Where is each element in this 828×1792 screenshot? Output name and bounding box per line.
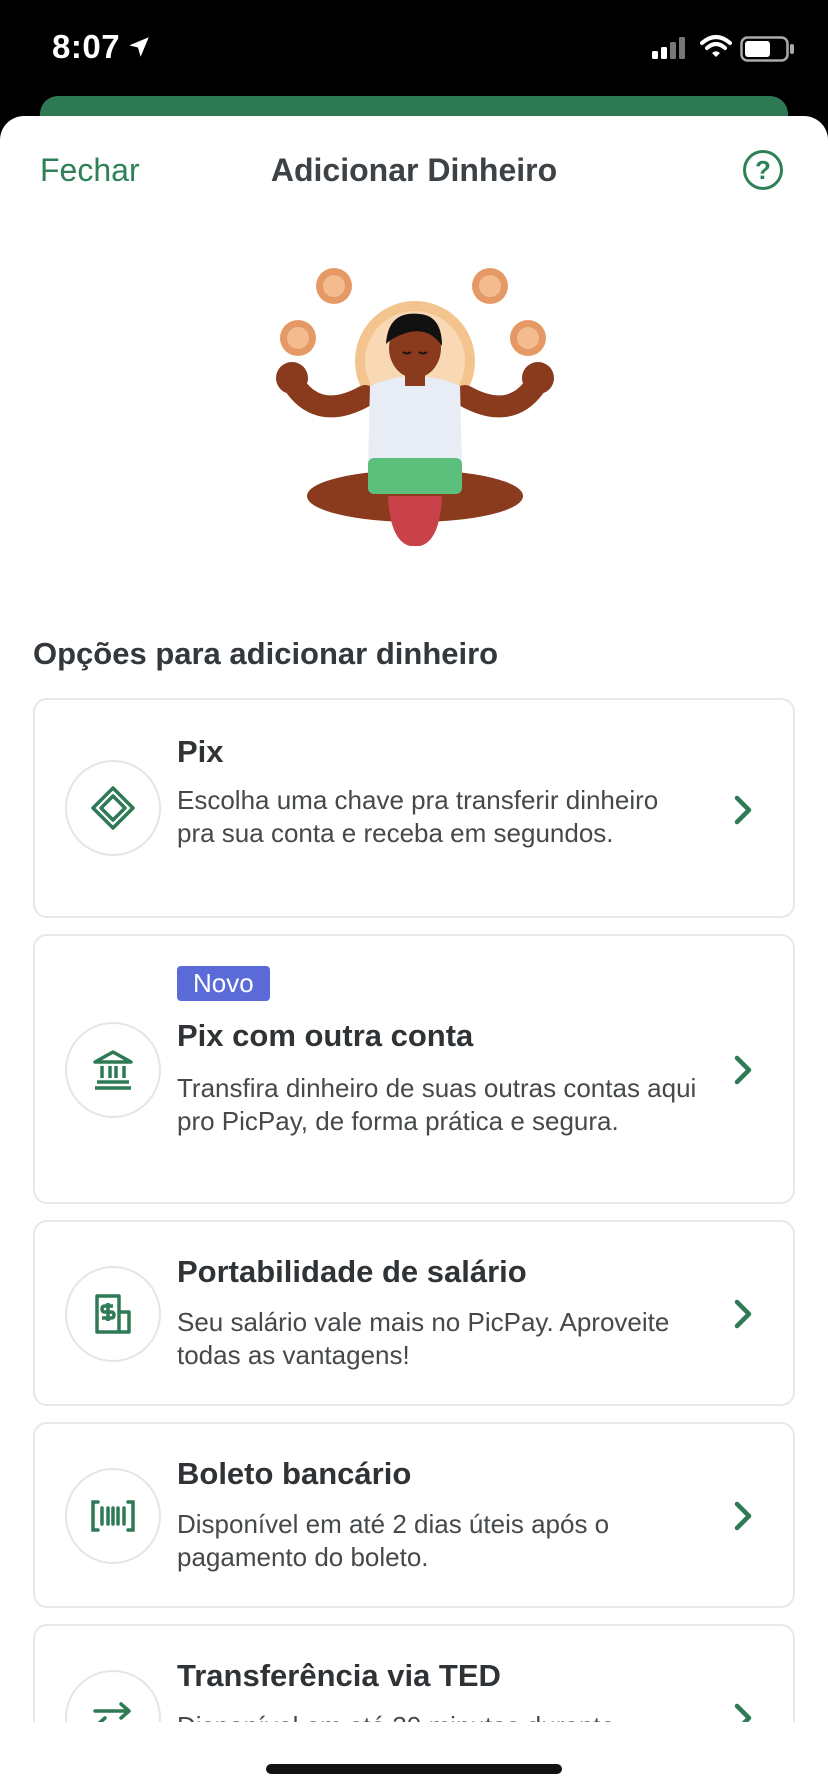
option-description: Disponível em até 2 dias úteis após o pa… <box>177 1509 610 1572</box>
add-money-sheet: Fechar Adicionar Dinheiro ? Opções para … <box>0 116 828 1792</box>
home-indicator[interactable] <box>266 1764 562 1774</box>
cellular-signal-icon <box>652 37 685 59</box>
option-title: Portabilidade de salário <box>177 1254 527 1289</box>
help-icon: ? <box>755 154 771 185</box>
option-description: Seu salário vale mais no PicPay. Aprovei… <box>177 1307 670 1370</box>
bottom-safe-area <box>0 1722 828 1792</box>
page-title: Adicionar Dinheiro <box>270 152 558 188</box>
sheet-header: Fechar Adicionar Dinheiro ? <box>0 116 828 226</box>
help-button[interactable]: ? <box>743 150 783 190</box>
option-card-pix-other-account[interactable]: Novo Pix com outra conta Transfira dinhe… <box>33 934 795 1204</box>
salary-receipt-icon <box>65 1266 161 1362</box>
barcode-icon <box>65 1468 161 1564</box>
option-card-pix[interactable]: Pix Escolha uma chave pra transferir din… <box>33 698 795 918</box>
option-description: Transfira dinheiro de suas outras contas… <box>177 1073 697 1136</box>
option-title: Transferência via TED <box>177 1658 501 1693</box>
meditating-person-illustration <box>276 268 554 546</box>
option-card-boleto[interactable]: Boleto bancário Disponível em até 2 dias… <box>33 1422 795 1608</box>
chevron-right-icon <box>734 1055 752 1085</box>
option-title: Pix <box>177 734 224 769</box>
status-bar: 8:07 <box>0 0 828 100</box>
section-title: Opções para adicionar dinheiro <box>33 636 499 671</box>
wifi-icon <box>700 35 732 57</box>
chevron-right-icon <box>734 795 752 825</box>
option-card-salary-portability[interactable]: Portabilidade de salário Seu salário val… <box>33 1220 795 1406</box>
option-title: Pix com outra conta <box>177 1018 474 1053</box>
option-title: Boleto bancário <box>177 1456 412 1491</box>
location-arrow-icon <box>129 37 149 57</box>
chevron-right-icon <box>734 1501 752 1531</box>
new-badge: Novo <box>177 966 270 1001</box>
status-time: 8:07 <box>52 28 121 65</box>
chevron-right-icon <box>734 1299 752 1329</box>
option-description: Escolha uma chave pra transferir dinheir… <box>177 785 659 848</box>
pix-icon <box>65 760 161 856</box>
bank-icon <box>65 1022 161 1118</box>
battery-icon <box>740 36 794 62</box>
